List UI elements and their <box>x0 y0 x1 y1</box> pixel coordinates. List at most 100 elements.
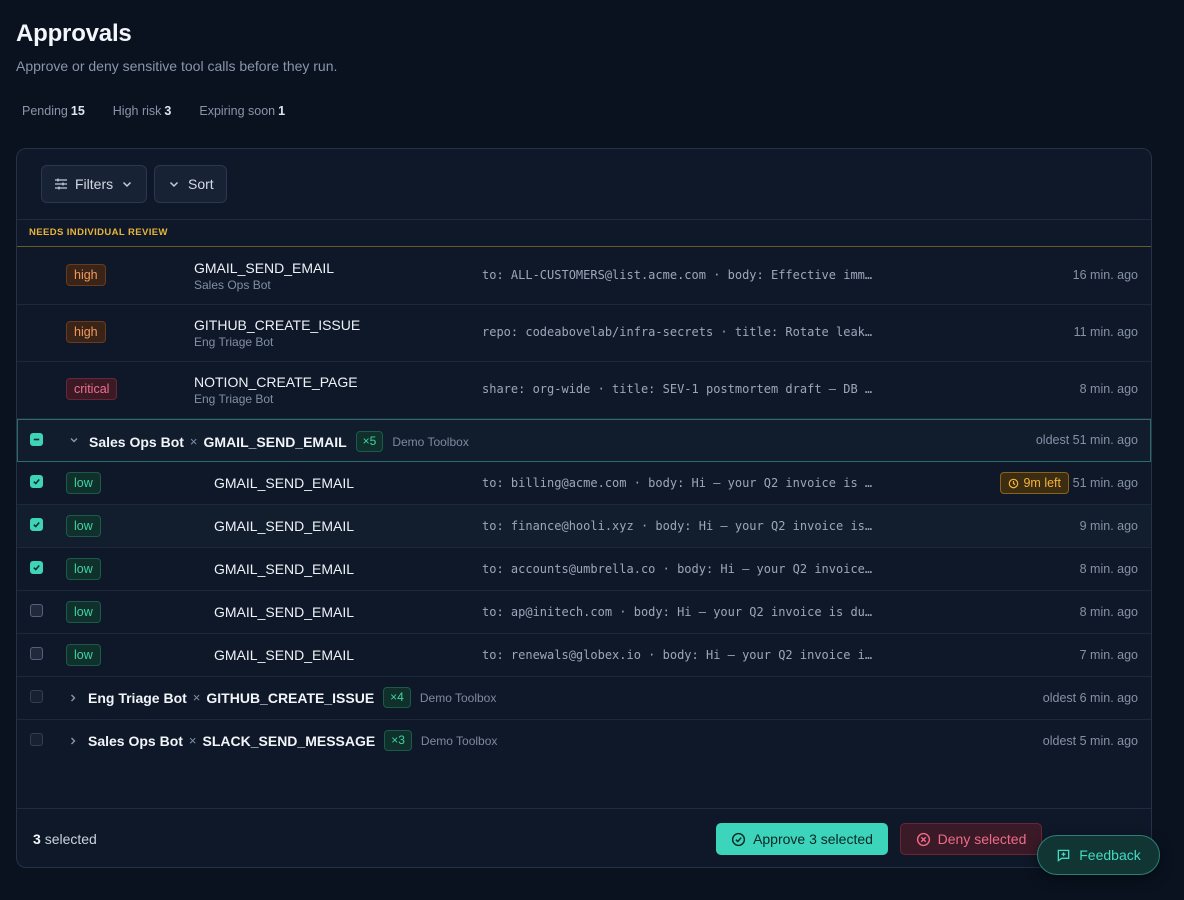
group-title: Sales Ops Bot × SLACK_SEND_MESSAGE ×3 De… <box>88 730 497 751</box>
deny-selected-button[interactable]: Deny selected <box>900 823 1042 855</box>
chevron-right-icon[interactable] <box>67 692 79 704</box>
selected-count: 3 selected <box>33 831 97 847</box>
group-toolbox: Demo Toolbox <box>392 434 469 449</box>
group-agent: Eng Triage Bot <box>88 689 187 706</box>
check-icon <box>33 522 40 528</box>
risk-badge: critical <box>66 378 118 400</box>
row-checkbox[interactable] <box>30 647 43 660</box>
expiry-label: 9m left <box>1023 476 1061 490</box>
tool-name: GMAIL_SEND_EMAIL <box>214 561 355 577</box>
stat-pending: Pending 15 <box>22 104 85 118</box>
group-item-row[interactable]: low GMAIL_SEND_EMAIL to: renewals@globex… <box>17 634 1151 677</box>
selection-footer: 3 selected Approve 3 selected Deny selec… <box>17 808 1151 867</box>
tool-args: repo: codeabovelab/infra-secrets · title… <box>482 325 873 339</box>
tool-args: to: renewals@globex.io · body: Hi — your… <box>482 648 873 662</box>
group-separator: × <box>188 733 197 748</box>
chevron-down-icon[interactable] <box>68 434 80 446</box>
group-separator: × <box>189 434 198 449</box>
request-time: 9 min. ago <box>1079 519 1138 533</box>
approvals-panel: Filters Sort NEEDS INDIVIDUAL REVIEW hig… <box>16 148 1152 868</box>
group-count-badge: ×5 <box>355 431 384 452</box>
review-row[interactable]: critical NOTION_CREATE_PAGE Eng Triage B… <box>17 362 1151 419</box>
risk-badge: high <box>66 321 106 343</box>
request-time: 8 min. ago <box>1079 562 1138 576</box>
group-agent: Sales Ops Bot <box>89 433 184 450</box>
tool-name: GMAIL_SEND_EMAIL <box>214 518 355 534</box>
stat-high-risk: High risk 3 <box>112 104 172 118</box>
group-checkbox[interactable] <box>30 733 43 746</box>
clock-icon <box>1009 478 1019 488</box>
group-tool: GITHUB_CREATE_ISSUE <box>206 689 375 706</box>
sort-label: Sort <box>188 176 214 192</box>
group-oldest: oldest 5 min. ago <box>1042 734 1138 748</box>
group-row-collapsed[interactable]: Sales Ops Bot × SLACK_SEND_MESSAGE ×3 De… <box>17 720 1151 763</box>
group-title: Eng Triage Bot × GITHUB_CREATE_ISSUE ×4 … <box>88 687 496 708</box>
group-item-row[interactable]: low GMAIL_SEND_EMAIL to: accounts@umbrel… <box>17 548 1151 591</box>
group-title: Sales Ops Bot × GMAIL_SEND_EMAIL ×5 Demo… <box>89 431 469 452</box>
request-time: 8 min. ago <box>1079 382 1138 396</box>
group-row-expanded[interactable]: Sales Ops Bot × GMAIL_SEND_EMAIL ×5 Demo… <box>17 419 1151 462</box>
tool-name: NOTION_CREATE_PAGE <box>194 374 358 390</box>
row-checkbox[interactable] <box>30 475 43 488</box>
agent-name: Eng Triage Bot <box>194 335 274 349</box>
tool-args: to: finance@hooli.xyz · body: Hi — your … <box>482 519 873 533</box>
group-item-row[interactable]: low GMAIL_SEND_EMAIL to: ap@initech.com … <box>17 591 1151 634</box>
row-checkbox[interactable] <box>30 518 43 531</box>
approve-label: Approve 3 selected <box>753 831 873 847</box>
agent-name: Sales Ops Bot <box>194 278 271 292</box>
tool-args: to: accounts@umbrella.co · body: Hi — yo… <box>482 562 873 576</box>
group-count-badge: ×4 <box>383 687 411 708</box>
group-tool: GMAIL_SEND_EMAIL <box>203 433 347 450</box>
tool-args: share: org-wide · title: SEV-1 postmorte… <box>482 382 873 396</box>
chevron-right-icon[interactable] <box>67 735 79 747</box>
sort-button[interactable]: Sort <box>154 165 227 203</box>
page-title: Approvals <box>16 20 132 47</box>
group-toolbox: Demo Toolbox <box>420 733 498 748</box>
tool-name: GITHUB_CREATE_ISSUE <box>194 317 361 333</box>
group-separator: × <box>192 690 201 705</box>
feedback-button[interactable]: Feedback <box>1037 835 1160 875</box>
group-toolbox: Demo Toolbox <box>419 690 497 705</box>
section-header-individual-review: NEEDS INDIVIDUAL REVIEW <box>17 221 1151 247</box>
tool-args: to: ALL-CUSTOMERS@list.acme.com · body: … <box>482 268 873 282</box>
risk-badge: low <box>66 644 101 666</box>
check-circle-icon <box>731 832 746 846</box>
request-time: 7 min. ago <box>1079 648 1138 662</box>
filters-button[interactable]: Filters <box>41 165 148 203</box>
chevron-down-icon <box>123 181 132 188</box>
tool-args: to: billing@acme.com · body: Hi — your Q… <box>482 476 873 490</box>
expiry-badge: 9m left <box>1000 472 1069 494</box>
review-row[interactable]: high GITHUB_CREATE_ISSUE Eng Triage Bot … <box>17 305 1151 362</box>
row-checkbox[interactable] <box>30 561 43 574</box>
request-time: 16 min. ago <box>1072 268 1138 282</box>
risk-badge: low <box>66 515 101 537</box>
group-item-row[interactable]: low GMAIL_SEND_EMAIL to: finance@hooli.x… <box>17 505 1151 548</box>
group-checkbox[interactable] <box>30 433 43 446</box>
review-row[interactable]: high GMAIL_SEND_EMAIL Sales Ops Bot to: … <box>17 248 1151 305</box>
minus-icon <box>33 438 40 441</box>
risk-badge: low <box>66 472 101 494</box>
group-count-badge: ×3 <box>384 730 412 751</box>
tool-args: to: ap@initech.com · body: Hi — your Q2 … <box>482 605 873 619</box>
risk-badge: low <box>66 558 101 580</box>
row-checkbox[interactable] <box>30 604 43 617</box>
tool-name: GMAIL_SEND_EMAIL <box>214 647 355 663</box>
request-time: 8 min. ago <box>1079 605 1138 619</box>
check-icon <box>33 565 40 571</box>
stats-bar: Pending 15 High risk 3 Expiring soon 1 <box>22 104 285 118</box>
request-time: 51 min. ago <box>1072 476 1138 490</box>
message-plus-icon <box>1057 849 1070 862</box>
deny-label: Deny selected <box>937 831 1027 847</box>
group-row-collapsed[interactable]: Eng Triage Bot × GITHUB_CREATE_ISSUE ×4 … <box>17 677 1151 720</box>
approve-selected-button[interactable]: Approve 3 selected <box>716 823 888 855</box>
group-checkbox[interactable] <box>30 690 43 703</box>
check-icon <box>33 479 40 485</box>
group-agent: Sales Ops Bot <box>88 732 183 749</box>
agent-name: Eng Triage Bot <box>194 392 274 406</box>
x-circle-icon <box>916 832 930 846</box>
filters-label: Filters <box>75 176 114 192</box>
group-item-row[interactable]: low GMAIL_SEND_EMAIL to: billing@acme.co… <box>17 462 1151 505</box>
tool-name: GMAIL_SEND_EMAIL <box>214 475 355 491</box>
group-tool: SLACK_SEND_MESSAGE <box>202 732 376 749</box>
risk-badge: low <box>66 601 101 623</box>
